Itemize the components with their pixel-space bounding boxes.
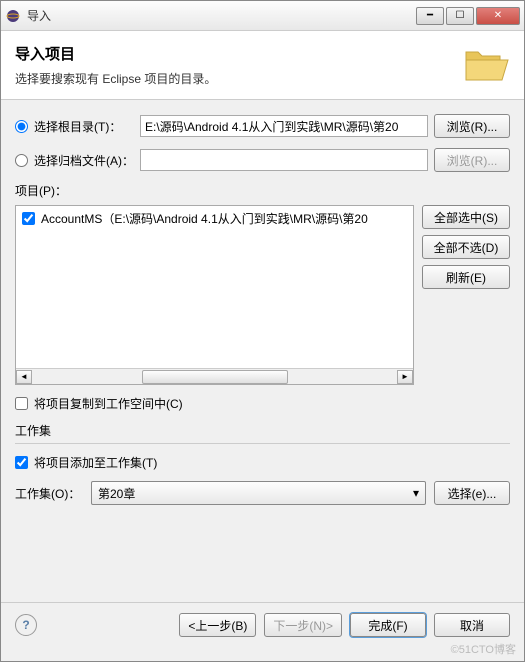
select-workingset-button[interactable]: 选择(e)...	[434, 481, 510, 505]
window-title: 导入	[27, 7, 416, 24]
dialog-window: 导入 ━ ☐ ✕ 导入项目 选择要搜索现有 Eclipse 项目的目录。 选择根…	[0, 0, 525, 662]
folder-open-icon	[462, 44, 510, 86]
page-subtitle: 选择要搜索现有 Eclipse 项目的目录。	[15, 70, 462, 87]
workingset-selected: 第20章	[98, 485, 135, 502]
archive-label: 选择归档文件(A)：	[34, 152, 134, 169]
workingset-label: 工作集(O)：	[15, 485, 83, 502]
projects-list[interactable]: AccountMS（E:\源码\Android 4.1从入门到实践\MR\源码\…	[15, 205, 414, 385]
copy-to-workspace-checkbox[interactable]	[15, 397, 28, 410]
scroll-right-icon[interactable]: ►	[397, 370, 413, 384]
maximize-button[interactable]: ☐	[446, 7, 474, 25]
back-button[interactable]: <上一步(B)	[179, 613, 256, 637]
browse-root-button[interactable]: 浏览(R)...	[434, 114, 510, 138]
scroll-thumb[interactable]	[142, 370, 288, 384]
list-item[interactable]: AccountMS（E:\源码\Android 4.1从入门到实践\MR\源码\…	[16, 206, 413, 231]
horizontal-scrollbar[interactable]: ◄ ►	[16, 368, 413, 384]
add-to-workingset-label: 将项目添加至工作集(T)	[34, 454, 157, 471]
archive-input[interactable]	[140, 149, 428, 171]
chevron-down-icon: ▾	[413, 486, 419, 500]
minimize-button[interactable]: ━	[416, 7, 444, 25]
project-checkbox[interactable]	[22, 212, 35, 225]
title-bar[interactable]: 导入 ━ ☐ ✕	[1, 1, 524, 31]
workingset-select[interactable]: 第20章 ▾	[91, 481, 426, 505]
copy-to-workspace-label: 将项目复制到工作空间中(C)	[34, 395, 183, 412]
root-dir-radio[interactable]	[15, 120, 28, 133]
close-button[interactable]: ✕	[476, 7, 520, 25]
working-sets-heading: 工作集	[15, 422, 510, 439]
dialog-footer: ? <上一步(B) 下一步(N)> 完成(F) 取消	[1, 602, 524, 661]
root-dir-label: 选择根目录(T)：	[34, 118, 134, 135]
cancel-button[interactable]: 取消	[434, 613, 510, 637]
deselect-all-button[interactable]: 全部不选(D)	[422, 235, 510, 259]
root-dir-input[interactable]	[140, 115, 428, 137]
help-icon[interactable]: ?	[15, 614, 37, 636]
projects-label: 项目(P)：	[15, 182, 510, 199]
archive-radio[interactable]	[15, 154, 28, 167]
divider	[15, 443, 510, 444]
browse-archive-button: 浏览(R)...	[434, 148, 510, 172]
finish-button[interactable]: 完成(F)	[350, 613, 426, 637]
project-label: AccountMS（E:\源码\Android 4.1从入门到实践\MR\源码\…	[41, 210, 368, 227]
next-button: 下一步(N)>	[264, 613, 342, 637]
add-to-workingset-checkbox[interactable]	[15, 456, 28, 469]
eclipse-icon	[5, 8, 21, 24]
watermark: ©51CTO博客	[451, 641, 516, 657]
refresh-button[interactable]: 刷新(E)	[422, 265, 510, 289]
scroll-left-icon[interactable]: ◄	[16, 370, 32, 384]
dialog-header: 导入项目 选择要搜索现有 Eclipse 项目的目录。	[1, 31, 524, 100]
page-title: 导入项目	[15, 43, 462, 64]
select-all-button[interactable]: 全部选中(S)	[422, 205, 510, 229]
